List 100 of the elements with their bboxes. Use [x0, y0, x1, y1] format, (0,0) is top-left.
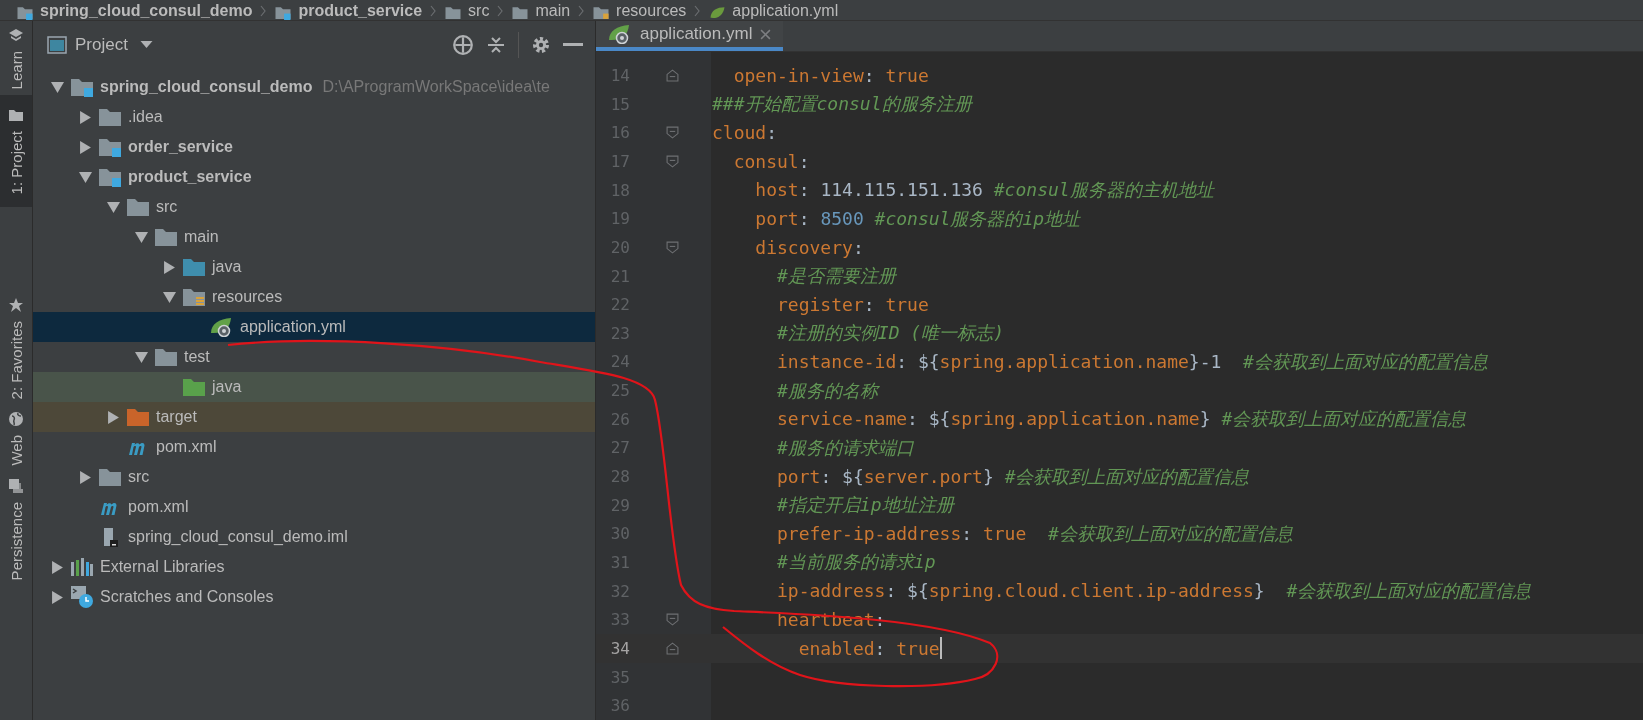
folder-icon — [70, 77, 94, 97]
caret-icon[interactable] — [139, 41, 153, 49]
collapsed-arrow-icon[interactable] — [107, 410, 120, 424]
code-line: register: true — [776, 294, 929, 316]
code-line: consul: — [732, 151, 810, 172]
breadcrumb-item[interactable]: spring_cloud_consul_demo — [40, 2, 253, 20]
breadcrumb-item[interactable]: product_service — [298, 2, 423, 20]
fold-marker-icon[interactable] — [665, 240, 679, 254]
tree-item-label: target — [156, 408, 197, 426]
fold-marker-icon[interactable] — [665, 155, 679, 168]
leaf-gear-icon — [608, 24, 632, 45]
fold-marker-icon[interactable] — [665, 613, 679, 627]
folder-icon — [274, 5, 293, 20]
code-line: ip-address: ${spring.cloud.client.ip-address} #会获取到上面对应的配置信息 — [776, 579, 1532, 604]
code-line: discovery: — [754, 236, 864, 258]
tree-row[interactable]: External Libraries — [33, 552, 595, 582]
tool-window-button[interactable]: 1: Project — [0, 95, 32, 207]
tree-row[interactable]: spring_cloud_consul_demo.iml — [33, 522, 595, 552]
code-line: #指定开启ip地址注册 — [776, 493, 954, 518]
tree-row[interactable]: product_service — [33, 162, 595, 192]
tree-item-label: src — [156, 198, 178, 216]
editor-tab[interactable]: application.yml — [596, 21, 784, 52]
tree-item-label: pom.xml — [128, 498, 189, 516]
tree-row[interactable]: application.yml — [33, 312, 595, 342]
breadcrumb-item[interactable]: src — [468, 2, 490, 20]
code-line: port: ${server.port} #会获取到上面对应的配置信息 — [776, 464, 1250, 489]
collapse-icon[interactable] — [486, 35, 506, 55]
tree-row[interactable]: src — [33, 192, 595, 222]
tree-row[interactable]: src — [33, 462, 595, 492]
tree-item-label: resources — [212, 288, 283, 306]
code-line: open-in-view: true — [732, 65, 929, 87]
tree-item-label: test — [184, 348, 210, 366]
tree-row[interactable]: .idea — [33, 102, 595, 132]
chevron-icon — [260, 5, 267, 17]
folder-icon — [182, 257, 206, 277]
code-line: cloud: — [712, 122, 778, 144]
tree-item-label: .idea — [128, 108, 163, 126]
minimize-icon[interactable] — [563, 43, 583, 47]
tree-row[interactable]: resources — [33, 282, 595, 312]
tree-row[interactable]: target — [33, 402, 595, 432]
folder-icon — [182, 287, 206, 307]
breadcrumb-item[interactable]: resources — [616, 2, 687, 20]
collapsed-arrow-icon[interactable] — [79, 470, 92, 484]
collapsed-arrow-icon[interactable] — [51, 560, 64, 574]
expanded-arrow-icon[interactable] — [107, 200, 120, 214]
tree-row[interactable]: spring_cloud_consul_demo D:\AProgramWorkSpace\idea\te — [33, 72, 595, 102]
breadcrumb-item[interactable]: application.yml — [732, 2, 839, 20]
collapsed-arrow-icon[interactable] — [51, 590, 64, 604]
console-clock-icon — [70, 585, 94, 609]
folder-icon — [154, 347, 178, 367]
folder-icon — [8, 107, 24, 124]
tree-item-label: product_service — [128, 168, 252, 186]
collapsed-arrow-icon[interactable] — [79, 140, 92, 154]
chevron-icon — [694, 5, 701, 17]
tool-window-button[interactable]: Persistence — [0, 471, 32, 587]
folder-icon — [98, 107, 122, 127]
code-line: #注册的实例ID (唯一标志) — [776, 321, 1005, 346]
tab-label: application.yml — [640, 24, 753, 45]
tree-row[interactable]: test — [33, 342, 595, 372]
tree-row[interactable]: Scratches and Consoles — [33, 582, 595, 612]
tree-row[interactable]: pom.xml — [33, 492, 595, 522]
code-line: host: 114.115.151.136 #consul服务器的主机地址 — [754, 178, 1214, 203]
close-icon[interactable] — [760, 28, 772, 40]
tree-item-label: order_service — [128, 138, 233, 156]
panel-title[interactable]: Project — [75, 35, 128, 55]
leaf-icon — [708, 5, 727, 20]
tree-row[interactable]: main — [33, 222, 595, 252]
breadcrumb-item[interactable]: main — [535, 2, 571, 20]
folder-icon — [98, 167, 122, 187]
expanded-arrow-icon[interactable] — [135, 230, 148, 244]
tool-window-button[interactable]: 2: Favorites — [0, 290, 32, 406]
expanded-arrow-icon[interactable] — [79, 170, 92, 184]
fold-marker-icon[interactable] — [665, 69, 679, 83]
expanded-arrow-icon[interactable] — [51, 80, 64, 94]
expanded-arrow-icon[interactable] — [135, 350, 148, 364]
folder-icon — [98, 467, 122, 487]
tool-window-button[interactable]: Web — [0, 405, 32, 472]
expanded-arrow-icon[interactable] — [163, 290, 176, 304]
tree-row[interactable]: java — [33, 372, 595, 402]
tree-row[interactable]: pom.xml — [33, 432, 595, 462]
folder-icon — [154, 227, 178, 247]
tree-item-label: spring_cloud_consul_demo — [100, 78, 313, 96]
layers-icon — [8, 27, 24, 43]
fold-marker-icon[interactable] — [665, 641, 679, 655]
crosshair-icon[interactable] — [452, 34, 474, 56]
code-line: #当前服务的请求ip — [776, 550, 936, 575]
tool-window-button[interactable]: Learn — [0, 21, 32, 96]
code-line: #是否需要注册 — [776, 264, 896, 289]
fold-marker-icon[interactable] — [665, 126, 679, 140]
collapsed-arrow-icon[interactable] — [79, 110, 92, 124]
settings-icon[interactable] — [531, 35, 551, 55]
leaf-gear-icon — [210, 317, 234, 337]
folder-icon — [126, 197, 150, 217]
code-line: #服务的请求端口 — [776, 435, 914, 460]
folder-icon — [592, 5, 611, 20]
tree-row[interactable]: java — [33, 252, 595, 282]
chevron-icon — [430, 5, 437, 17]
tree-item-label: application.yml — [240, 318, 346, 336]
tree-row[interactable]: order_service — [33, 132, 595, 162]
collapsed-arrow-icon[interactable] — [163, 260, 176, 274]
